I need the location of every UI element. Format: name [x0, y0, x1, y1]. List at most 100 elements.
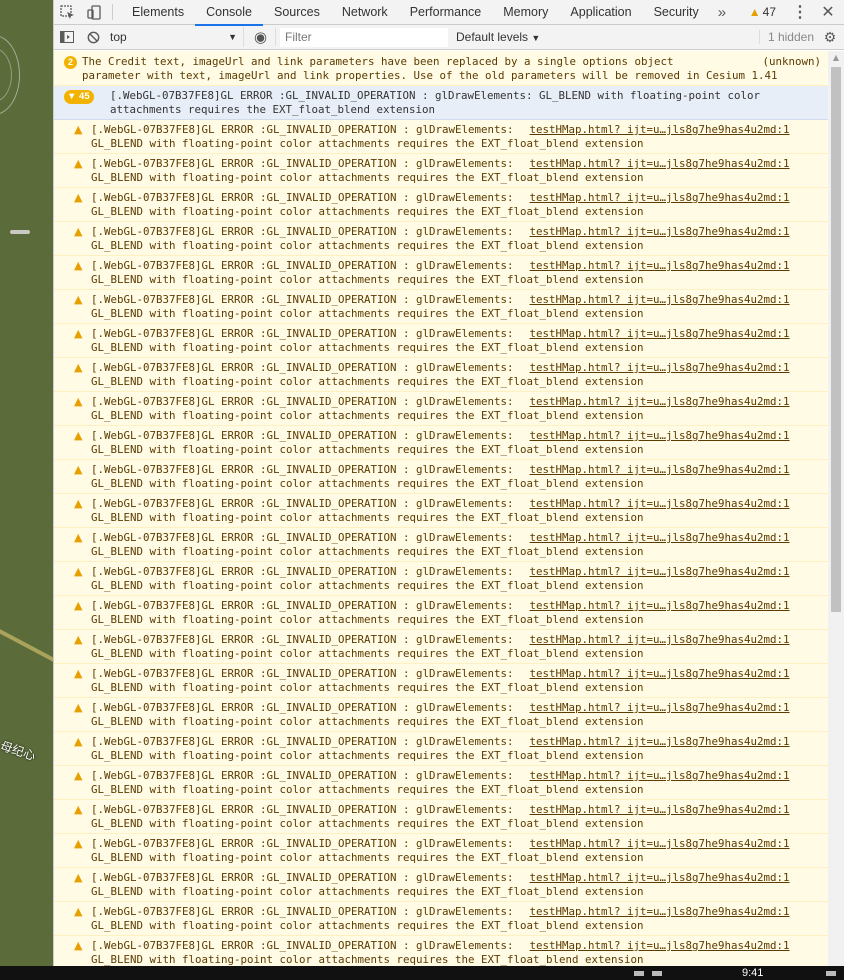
warning-icon: ▲ — [74, 905, 83, 918]
source-link[interactable]: testHMap.html? ijt=u…jls8g7he9has4u2md:1 — [530, 497, 790, 511]
warning-message-row[interactable]: ▲ [.WebGL-07B37FE8]GL ERROR :GL_INVALID_O… — [54, 664, 829, 698]
source-link[interactable]: testHMap.html? ijt=u…jls8g7he9has4u2md:1 — [530, 769, 790, 783]
group-count: 45 — [79, 91, 90, 102]
gear-icon[interactable]: ⚙ — [820, 29, 840, 46]
taskbar-clock: 9:41 — [742, 967, 764, 979]
message-source[interactable]: (unknown) — [762, 55, 821, 69]
source-link[interactable]: testHMap.html? ijt=u…jls8g7he9has4u2md:1 — [530, 361, 790, 375]
source-link[interactable]: testHMap.html? ijt=u…jls8g7he9has4u2md:1 — [530, 293, 790, 307]
source-link[interactable]: testHMap.html? ijt=u…jls8g7he9has4u2md:1 — [530, 939, 790, 953]
context-selector[interactable]: top ▼ — [106, 27, 244, 47]
warning-message-row[interactable]: ▲ [.WebGL-07B37FE8]GL ERROR :GL_INVALID_O… — [54, 222, 829, 256]
warning-message-row[interactable]: ▲ [.WebGL-07B37FE8]GL ERROR :GL_INVALID_O… — [54, 596, 829, 630]
scroll-up-icon[interactable]: ▲ — [828, 51, 844, 65]
error-group-header[interactable]: ▼ 45 [.WebGL-07B37FE8]GL ERROR :GL_INVAL… — [54, 86, 829, 120]
source-link[interactable]: testHMap.html? ijt=u…jls8g7he9has4u2md:1 — [530, 259, 790, 273]
warning-message-row[interactable]: ▲ [.WebGL-07B37FE8]GL ERROR :GL_INVALID_O… — [54, 868, 829, 902]
source-link[interactable]: testHMap.html? ijt=u…jls8g7he9has4u2md:1 — [530, 803, 790, 817]
message-text: GL_BLEND with floating-point color attac… — [91, 579, 644, 592]
tab-application[interactable]: Application — [559, 0, 642, 25]
console-scrollbar[interactable]: ▲ — [828, 51, 844, 966]
clear-console-icon[interactable] — [80, 25, 106, 50]
source-link[interactable]: testHMap.html? ijt=u…jls8g7he9has4u2md:1 — [530, 667, 790, 681]
message-text: GL_BLEND with floating-point color attac… — [91, 851, 644, 864]
message-text: [.WebGL-07B37FE8]GL ERROR :GL_INVALID_OP… — [91, 191, 514, 204]
warning-message-row[interactable]: ▲ [.WebGL-07B37FE8]GL ERROR :GL_INVALID_O… — [54, 290, 829, 324]
warning-message-row[interactable]: ▲ [.WebGL-07B37FE8]GL ERROR :GL_INVALID_O… — [54, 562, 829, 596]
warning-message-row[interactable]: ▲ [.WebGL-07B37FE8]GL ERROR :GL_INVALID_O… — [54, 698, 829, 732]
warning-message-row[interactable]: ▲ [.WebGL-07B37FE8]GL ERROR :GL_INVALID_O… — [54, 256, 829, 290]
source-link[interactable]: testHMap.html? ijt=u…jls8g7he9has4u2md:1 — [530, 633, 790, 647]
warning-message-row[interactable]: ▲ [.WebGL-07B37FE8]GL ERROR :GL_INVALID_O… — [54, 188, 829, 222]
message-text: [.WebGL-07B37FE8]GL ERROR :GL_INVALID_OP… — [91, 633, 514, 646]
source-link[interactable]: testHMap.html? ijt=u…jls8g7he9has4u2md:1 — [530, 463, 790, 477]
warning-message-row[interactable]: ▲ [.WebGL-07B37FE8]GL ERROR :GL_INVALID_O… — [54, 834, 829, 868]
tray-icon[interactable] — [652, 971, 662, 976]
warning-message-row[interactable]: ▲ [.WebGL-07B37FE8]GL ERROR :GL_INVALID_O… — [54, 426, 829, 460]
tab-memory[interactable]: Memory — [492, 0, 559, 25]
tab-elements[interactable]: Elements — [121, 0, 195, 25]
source-link[interactable]: testHMap.html? ijt=u…jls8g7he9has4u2md:1 — [530, 123, 790, 137]
scrollbar-thumb[interactable] — [831, 67, 841, 612]
warning-icon: ▲ — [74, 599, 83, 612]
group-title: [.WebGL-07B37FE8]GL ERROR :GL_INVALID_OP… — [110, 89, 761, 102]
warning-message-row[interactable]: ▲ [.WebGL-07B37FE8]GL ERROR :GL_INVALID_O… — [54, 528, 829, 562]
warning-message-row[interactable]: ▲ [.WebGL-07B37FE8]GL ERROR :GL_INVALID_O… — [54, 324, 829, 358]
tab-performance[interactable]: Performance — [399, 0, 493, 25]
source-link[interactable]: testHMap.html? ijt=u…jls8g7he9has4u2md:1 — [530, 599, 790, 613]
source-link[interactable]: testHMap.html? ijt=u…jls8g7he9has4u2md:1 — [530, 565, 790, 579]
source-link[interactable]: testHMap.html? ijt=u…jls8g7he9has4u2md:1 — [530, 225, 790, 239]
message-text: GL_BLEND with floating-point color attac… — [91, 137, 644, 150]
tab-network[interactable]: Network — [331, 0, 399, 25]
customize-menu-icon[interactable]: ⋮ — [790, 2, 810, 22]
tab-console[interactable]: Console — [195, 0, 263, 26]
repeat-count-badge: 2 — [64, 56, 77, 69]
source-link[interactable]: testHMap.html? ijt=u…jls8g7he9has4u2md:1 — [530, 429, 790, 443]
message-text: [.WebGL-07B37FE8]GL ERROR :GL_INVALID_OP… — [91, 157, 514, 170]
more-tabs-button[interactable]: » — [710, 4, 734, 21]
source-link[interactable]: testHMap.html? ijt=u…jls8g7he9has4u2md:1 — [530, 837, 790, 851]
tab-security[interactable]: Security — [643, 0, 710, 25]
warning-message-row[interactable]: ▲ [.WebGL-07B37FE8]GL ERROR :GL_INVALID_O… — [54, 902, 829, 936]
warning-message-row[interactable]: ▲ [.WebGL-07B37FE8]GL ERROR :GL_INVALID_O… — [54, 460, 829, 494]
message-text: GL_BLEND with floating-point color attac… — [91, 545, 644, 558]
log-levels-dropdown[interactable]: Default levels ▼ — [456, 30, 540, 44]
source-link[interactable]: testHMap.html? ijt=u…jls8g7he9has4u2md:1 — [530, 871, 790, 885]
message-text: [.WebGL-07B37FE8]GL ERROR :GL_INVALID_OP… — [91, 735, 514, 748]
device-toolbar-icon[interactable] — [81, 0, 108, 25]
source-link[interactable]: testHMap.html? ijt=u…jls8g7he9has4u2md:1 — [530, 327, 790, 341]
source-link[interactable]: testHMap.html? ijt=u…jls8g7he9has4u2md:1 — [530, 157, 790, 171]
warning-message-row[interactable]: ▲ [.WebGL-07B37FE8]GL ERROR :GL_INVALID_O… — [54, 766, 829, 800]
warnings-counter[interactable]: ▲ 47 — [749, 5, 776, 19]
source-link[interactable]: testHMap.html? ijt=u…jls8g7he9has4u2md:1 — [530, 395, 790, 409]
warning-message-row[interactable]: ▲ [.WebGL-07B37FE8]GL ERROR :GL_INVALID_O… — [54, 120, 829, 154]
source-link[interactable]: testHMap.html? ijt=u…jls8g7he9has4u2md:1 — [530, 531, 790, 545]
warning-icon: ▲ — [74, 701, 83, 714]
message-text: GL_BLEND with floating-point color attac… — [91, 715, 644, 728]
close-icon[interactable]: ✕ — [818, 2, 838, 22]
source-link[interactable]: testHMap.html? ijt=u…jls8g7he9has4u2md:1 — [530, 735, 790, 749]
warning-message-row[interactable]: ▲ [.WebGL-07B37FE8]GL ERROR :GL_INVALID_O… — [54, 630, 829, 664]
warning-message-row[interactable]: ▲ [.WebGL-07B37FE8]GL ERROR :GL_INVALID_O… — [54, 154, 829, 188]
warning-icon: ▲ — [748, 5, 761, 19]
tray-icon[interactable] — [634, 971, 644, 976]
filter-input[interactable] — [280, 27, 448, 47]
console-messages[interactable]: 2 The Credit text, imageUrl and link par… — [54, 51, 829, 966]
source-link[interactable]: testHMap.html? ijt=u…jls8g7he9has4u2md:1 — [530, 191, 790, 205]
message-text: GL_BLEND with floating-point color attac… — [91, 817, 644, 830]
tab-sources[interactable]: Sources — [263, 0, 331, 25]
notification-icon[interactable] — [826, 971, 836, 976]
warning-icon: ▲ — [74, 565, 83, 578]
live-expression-eye-icon[interactable]: ◉ — [246, 28, 276, 46]
warning-message-row[interactable]: ▲ [.WebGL-07B37FE8]GL ERROR :GL_INVALID_O… — [54, 800, 829, 834]
warning-message-row[interactable]: ▲ [.WebGL-07B37FE8]GL ERROR :GL_INVALID_O… — [54, 392, 829, 426]
source-link[interactable]: testHMap.html? ijt=u…jls8g7he9has4u2md:1 — [530, 701, 790, 715]
warning-message-row[interactable]: ▲ [.WebGL-07B37FE8]GL ERROR :GL_INVALID_O… — [54, 936, 829, 966]
inspect-element-icon[interactable] — [54, 0, 81, 25]
credit-warning-message[interactable]: 2 The Credit text, imageUrl and link par… — [54, 51, 829, 86]
warning-message-row[interactable]: ▲ [.WebGL-07B37FE8]GL ERROR :GL_INVALID_O… — [54, 732, 829, 766]
warning-message-row[interactable]: ▲ [.WebGL-07B37FE8]GL ERROR :GL_INVALID_O… — [54, 358, 829, 392]
sidebar-toggle-icon[interactable] — [54, 25, 80, 50]
source-link[interactable]: testHMap.html? ijt=u…jls8g7he9has4u2md:1 — [530, 905, 790, 919]
warning-message-row[interactable]: ▲ [.WebGL-07B37FE8]GL ERROR :GL_INVALID_O… — [54, 494, 829, 528]
